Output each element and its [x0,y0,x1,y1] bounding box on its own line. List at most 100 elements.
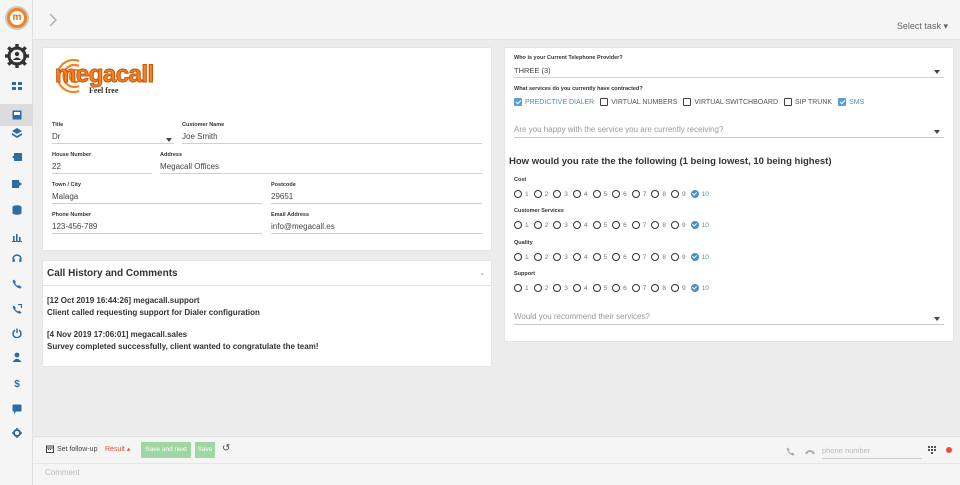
rating-radio-10[interactable] [690,253,699,261]
rating-radio-10[interactable] [690,221,699,229]
postcode-field[interactable]: 29651 [271,191,482,204]
rating-radio-5[interactable] [592,221,601,229]
rating-radio-3[interactable] [553,221,562,229]
rating-radio-5[interactable] [592,284,601,292]
phone-number-input[interactable]: phone number [822,446,922,459]
call-icon[interactable] [786,447,795,456]
phone-forward-icon[interactable] [0,298,33,320]
rating-radio-1[interactable] [514,221,522,229]
list-import-icon[interactable] [0,146,33,168]
rating-radio-5[interactable] [592,253,601,261]
happy-select[interactable]: Are you happy with the service you are c… [514,125,944,138]
rating-radio-9[interactable] [671,190,679,198]
customer-name-label: Customer Name [182,122,225,128]
save-button[interactable]: Save [195,442,215,458]
rating-radio-6[interactable] [612,221,621,229]
rating-radio-3[interactable] [553,284,562,292]
rating-radio-8[interactable] [651,284,660,292]
rating-radio-6[interactable] [612,253,621,261]
town-label: Town / City [52,182,81,188]
rating-radio-4[interactable] [572,253,581,261]
result-dropdown[interactable]: Result ▴ [105,445,130,453]
rating-radio-10[interactable] [690,284,699,292]
rating-radio-1[interactable] [514,190,522,198]
rating-radio-6[interactable] [612,190,621,198]
set-followup-button[interactable]: Set follow-up [46,445,97,453]
rating-number: 8 [662,253,666,261]
house-number-field[interactable]: 22 [52,161,152,174]
rating-number: 5 [603,190,608,198]
chevron-right-icon[interactable] [47,12,59,28]
email-field[interactable]: info@megacall.es [271,221,482,234]
phone-number-field[interactable]: 123-456-789 [52,221,262,234]
chevron-down-icon[interactable]: ⌄ [479,268,486,277]
dialpad-icon[interactable] [928,446,936,454]
save-and-next-button[interactable]: Save and next [141,442,191,458]
rating-number: 4 [583,284,588,292]
rating-radio-5[interactable] [592,190,601,198]
town-field[interactable]: Malaga [52,191,262,204]
cog-icon[interactable] [0,422,33,444]
rating-radio-4[interactable] [572,284,581,292]
title-select[interactable]: Dr [52,131,174,144]
customer-name-field[interactable]: Joe Smith [182,131,482,144]
rating-radio-8[interactable] [651,253,660,261]
rating-radio-7[interactable] [631,284,640,292]
rating-radio-2[interactable] [533,284,542,292]
power-icon[interactable] [0,322,33,344]
headset-icon[interactable] [0,247,33,269]
app-logo[interactable]: m [5,6,29,30]
list-export-icon[interactable] [0,173,33,195]
dashboard-icon[interactable] [0,75,33,97]
rating-row-support: 1 2 3 4 5 6 7 8 9 10 [514,284,714,292]
select-task-dropdown[interactable]: Select task ▾ [897,21,948,32]
service-virtual-numbers[interactable]: VIRTUAL NUMBERS [600,98,677,106]
history-entry: [12 Oct 2019 16:44:26] megacall.support … [47,295,260,319]
rating-radio-9[interactable] [671,253,679,261]
reset-icon[interactable]: ↺ [222,443,230,454]
rating-radio-8[interactable] [651,221,660,229]
service-sip-trunk[interactable]: SIP TRUNK [784,98,832,106]
service-sms[interactable]: SMS [838,98,864,106]
rating-radio-10[interactable] [690,190,699,198]
bar-chart-icon[interactable] [0,226,33,248]
hangup-icon[interactable] [804,447,816,456]
rating-radio-6[interactable] [612,284,621,292]
rating-radio-9[interactable] [671,284,679,292]
checkbox-checked-icon [838,98,847,106]
rating-number: 8 [662,284,666,292]
rating-radio-2[interactable] [533,221,542,229]
rating-number: 2 [544,190,549,198]
rating-radio-1[interactable] [514,253,522,261]
recommend-select[interactable]: Would you recommend their services? [514,312,944,325]
service-label: SMS [849,98,865,106]
service-predictive-dialer[interactable]: PREDICTIVE DIALER [514,98,594,106]
database-icon[interactable] [0,199,33,221]
postcode-label: Postcode [271,182,296,188]
user-icon[interactable] [0,346,33,368]
rating-radio-2[interactable] [533,190,542,198]
address-field[interactable]: Megacall Offices [160,161,482,174]
rating-radio-4[interactable] [572,221,581,229]
recommend-caret-icon [934,317,940,321]
rating-radio-3[interactable] [553,190,562,198]
rating-radio-7[interactable] [631,221,640,229]
rating-radio-9[interactable] [671,221,679,229]
rating-radio-7[interactable] [631,190,640,198]
comment-input[interactable]: Comment [45,468,80,477]
rating-radio-8[interactable] [651,190,660,198]
rating-radio-4[interactable] [572,190,581,198]
layers-icon[interactable] [0,122,33,144]
dollar-icon[interactable]: $ [0,372,33,394]
rating-radio-1[interactable] [514,284,522,292]
settings-gear-icon[interactable] [5,44,29,68]
rating-radio-7[interactable] [631,253,640,261]
chat-icon[interactable] [0,398,33,420]
house-number-label: House Number [52,152,92,158]
service-virtual-switchboard[interactable]: VIRTUAL SWITCHBOARD [683,98,778,106]
rating-radio-3[interactable] [553,253,562,261]
rating-number: 3 [564,284,568,292]
rating-radio-2[interactable] [533,253,542,261]
phone-icon[interactable] [0,273,33,295]
provider-select[interactable]: THREE (3) [514,65,944,78]
